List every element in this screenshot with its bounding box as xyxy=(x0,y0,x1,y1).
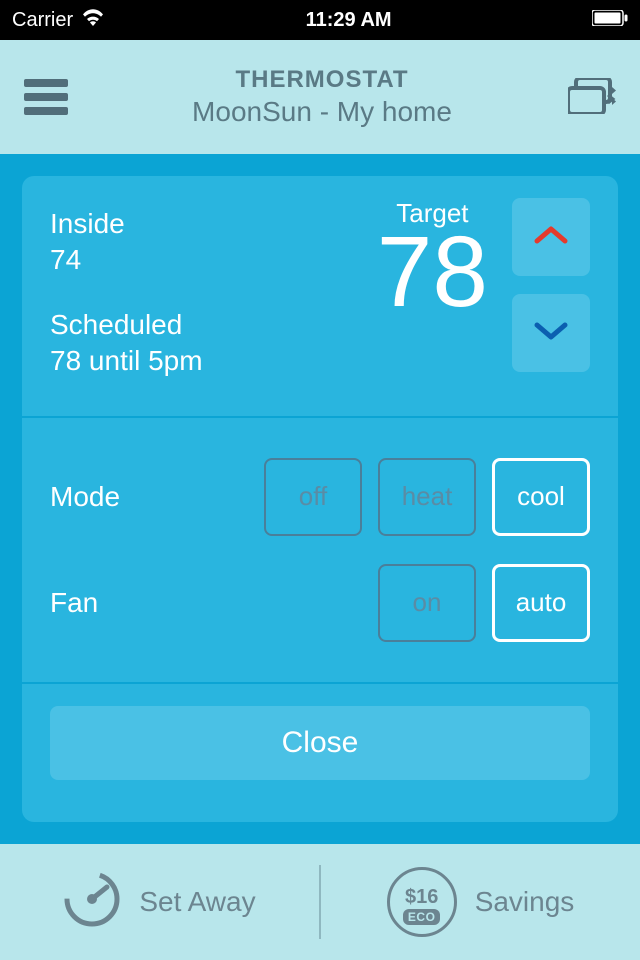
device-name: MoonSun - My home xyxy=(28,96,616,128)
scheduled-label: Scheduled xyxy=(50,307,203,343)
chevron-down-icon xyxy=(531,319,571,348)
devices-icon[interactable] xyxy=(568,78,616,114)
app-header: THERMOSTAT MoonSun - My home xyxy=(0,40,640,154)
inside-value: 74 xyxy=(50,242,203,278)
eco-label: ECO xyxy=(403,909,441,925)
wifi-icon xyxy=(81,8,105,32)
target-value: 78 xyxy=(377,227,488,317)
set-away-label: Set Away xyxy=(139,886,255,918)
thermostat-card: Inside 74 Scheduled 78 until 5pm Target … xyxy=(22,176,618,822)
mode-off-button[interactable]: off xyxy=(264,458,362,536)
savings-button[interactable]: $16 ECO Savings xyxy=(321,867,640,937)
inside-label: Inside xyxy=(50,206,203,242)
close-button[interactable]: Close xyxy=(50,706,590,780)
mode-cool-button[interactable]: cool xyxy=(492,458,590,536)
fan-on-button[interactable]: on xyxy=(378,564,476,642)
eco-badge-icon: $16 ECO xyxy=(387,867,457,937)
temperature-section: Inside 74 Scheduled 78 until 5pm Target … xyxy=(22,176,618,418)
eco-amount: $16 xyxy=(405,886,438,909)
scheduled-value: 78 until 5pm xyxy=(50,343,203,379)
fan-auto-button[interactable]: auto xyxy=(492,564,590,642)
chevron-up-icon xyxy=(531,223,571,252)
set-away-button[interactable]: Set Away xyxy=(0,870,319,935)
carrier-label: Carrier xyxy=(12,9,73,32)
controls-section: Mode off heat cool Fan on auto xyxy=(22,418,618,684)
status-bar: Carrier 11:29 AM xyxy=(0,0,640,40)
timer-icon xyxy=(63,870,121,935)
savings-label: Savings xyxy=(475,886,575,918)
mode-heat-button[interactable]: heat xyxy=(378,458,476,536)
footer-bar: Set Away $16 ECO Savings xyxy=(0,844,640,960)
fan-label: Fan xyxy=(50,587,98,619)
main-panel: Inside 74 Scheduled 78 until 5pm Target … xyxy=(0,154,640,844)
battery-icon xyxy=(592,9,628,32)
clock: 11:29 AM xyxy=(306,9,392,32)
mode-label: Mode xyxy=(50,481,120,513)
temp-down-button[interactable] xyxy=(512,294,590,372)
temp-up-button[interactable] xyxy=(512,198,590,276)
page-title: THERMOSTAT xyxy=(28,66,616,94)
